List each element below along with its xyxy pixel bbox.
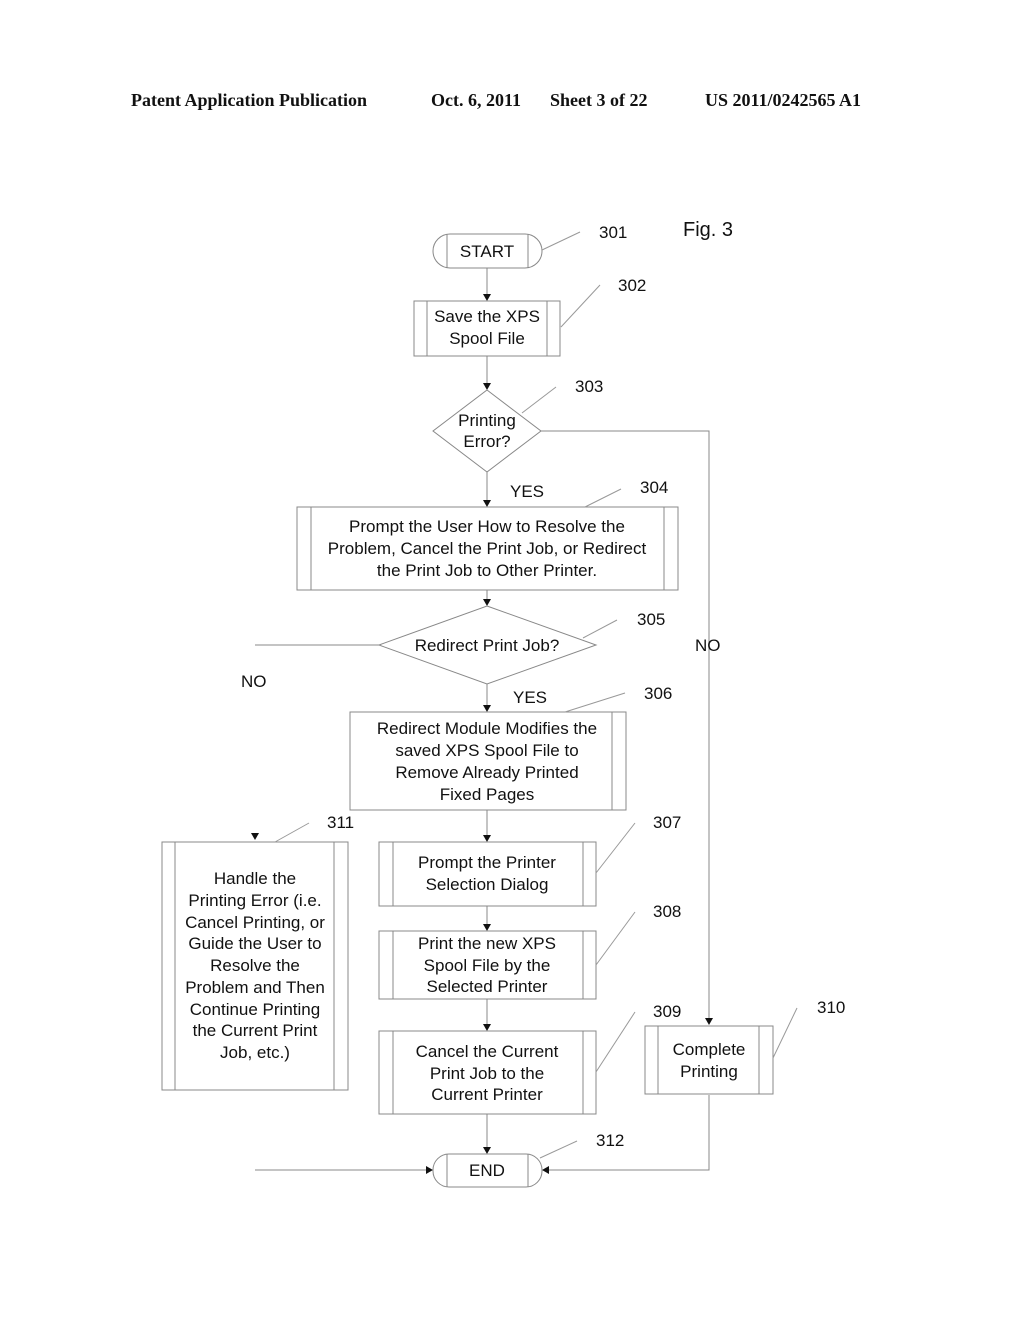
flowchart: Fig. 3 START 301 Save the XPS Spool File… xyxy=(161,219,845,1188)
node-304-line-1: Prompt the User How to Resolve the xyxy=(349,517,625,536)
node-304-line-2: Problem, Cancel the Print Job, or Redire… xyxy=(328,539,647,558)
node-310-line-1: Complete xyxy=(673,1040,746,1059)
node-305-redirect-print-job: Redirect Print Job? 305 YES NO xyxy=(241,605,665,707)
node-311-line-7: Continue Printing xyxy=(190,1000,320,1019)
leader-304 xyxy=(584,488,622,508)
ref-302: 302 xyxy=(618,276,646,295)
arrowhead-307 xyxy=(483,835,491,842)
ref-307: 307 xyxy=(653,813,681,832)
arrowhead-306 xyxy=(483,705,491,712)
node-311-line-5: Resolve the xyxy=(210,956,300,975)
node-309-line-2: Print Job to the xyxy=(430,1064,544,1083)
node-311-line-8: the Current Print xyxy=(193,1021,318,1040)
decision-shape xyxy=(432,389,542,473)
node-312-text: END xyxy=(469,1161,505,1180)
node-308-line-1: Print the new XPS xyxy=(418,934,556,953)
figure-label: Fig. 3 xyxy=(683,219,733,241)
node-311-line-2: Printing Error (i.e. xyxy=(188,891,321,910)
node-303-line-1: Printing xyxy=(458,411,516,430)
leader-303 xyxy=(521,386,557,414)
label-305-no: NO xyxy=(241,672,267,691)
arrowhead-312-right xyxy=(542,1166,549,1174)
node-308-print-new-spool: Print the new XPS Spool File by the Sele… xyxy=(378,902,681,1000)
node-311-line-9: Job, etc.) xyxy=(220,1043,290,1062)
leader-308 xyxy=(595,911,636,966)
ref-311: 311 xyxy=(327,813,354,832)
node-306-line-4: Fixed Pages xyxy=(440,785,535,804)
leader-309 xyxy=(595,1011,636,1073)
arrowhead-312-top xyxy=(483,1147,491,1154)
arrowhead-302 xyxy=(483,294,491,301)
node-303-line-2: Error? xyxy=(463,432,510,451)
node-306-line-1: Redirect Module Modifies the xyxy=(377,719,597,738)
arrowhead-309 xyxy=(483,1024,491,1031)
arrowhead-310 xyxy=(705,1018,713,1025)
leader-305 xyxy=(582,619,618,639)
leader-306 xyxy=(564,692,626,713)
node-311-handle-printing-error: Handle the Printing Error (i.e. Cancel P… xyxy=(161,813,354,1091)
ref-303: 303 xyxy=(575,377,603,396)
ref-308: 308 xyxy=(653,902,681,921)
node-309-line-1: Cancel the Current xyxy=(416,1042,559,1061)
node-306-line-3: Remove Already Printed xyxy=(395,763,578,782)
ref-310: 310 xyxy=(817,998,845,1017)
label-303-no: NO xyxy=(695,636,721,655)
label-303-yes: YES xyxy=(510,482,544,501)
label-305-yes: YES xyxy=(513,688,547,707)
node-304-line-3: the Print Job to Other Printer. xyxy=(377,561,597,580)
node-302-line-1: Save the XPS xyxy=(434,307,540,326)
node-311-line-3: Cancel Printing, or xyxy=(185,913,325,932)
leader-307 xyxy=(595,822,636,874)
node-302-line-2: Spool File xyxy=(449,329,525,348)
node-308-line-3: Selected Printer xyxy=(427,977,548,996)
process-shape xyxy=(644,1025,774,1095)
node-306-redirect-module: Redirect Module Modifies the saved XPS S… xyxy=(349,684,672,811)
process-shape xyxy=(378,841,597,907)
ref-301: 301 xyxy=(599,223,627,242)
arrowhead-308 xyxy=(483,924,491,931)
node-309-line-3: Current Printer xyxy=(431,1085,543,1104)
arrowhead-312-left xyxy=(426,1166,433,1174)
node-307-printer-selection: Prompt the Printer Selection Dialog 307 xyxy=(378,813,681,907)
node-302-save-spool: Save the XPS Spool File 302 xyxy=(413,276,646,357)
node-307-line-1: Prompt the Printer xyxy=(418,853,556,872)
ref-305: 305 xyxy=(637,610,665,629)
node-307-line-2: Selection Dialog xyxy=(426,875,549,894)
ref-309: 309 xyxy=(653,1002,681,1021)
arrowhead-311 xyxy=(251,833,259,840)
node-309-cancel-current-job: Cancel the Current Print Job to the Curr… xyxy=(378,1002,681,1115)
node-301-start: START 301 xyxy=(432,223,627,269)
arrowhead-303 xyxy=(483,383,491,390)
ref-306: 306 xyxy=(644,684,672,703)
node-311-line-6: Problem and Then xyxy=(185,978,325,997)
leader-310 xyxy=(772,1007,798,1059)
node-301-text: START xyxy=(460,242,514,261)
arrowhead-305 xyxy=(483,599,491,606)
node-306-line-2: saved XPS Spool File to xyxy=(395,741,578,760)
leader-301 xyxy=(541,231,581,251)
leader-302 xyxy=(560,284,601,328)
leader-312 xyxy=(539,1140,578,1159)
arrowhead-304 xyxy=(483,500,491,507)
leader-311 xyxy=(274,822,310,843)
node-311-line-1: Handle the xyxy=(214,869,296,888)
node-310-line-2: Printing xyxy=(680,1062,738,1081)
node-311-line-4: Guide the User to xyxy=(188,934,321,953)
node-312-end: END 312 xyxy=(432,1131,624,1188)
ref-304: 304 xyxy=(640,478,668,497)
ref-312: 312 xyxy=(596,1131,624,1150)
node-308-line-2: Spool File by the xyxy=(424,956,551,975)
node-305-text: Redirect Print Job? xyxy=(415,636,560,655)
